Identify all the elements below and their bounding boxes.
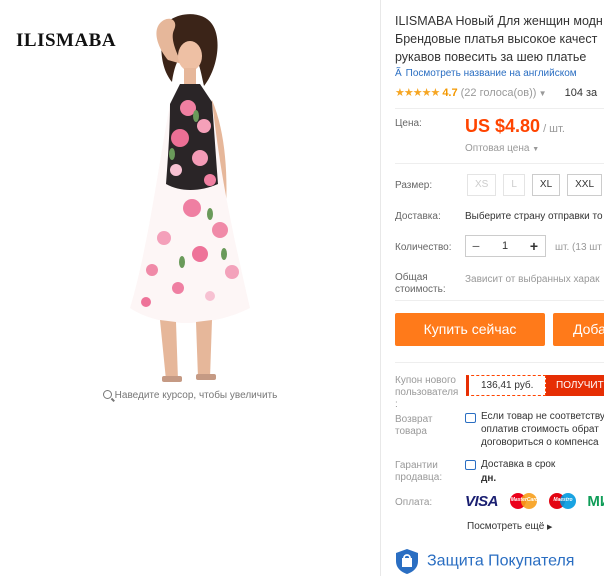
mir-logo-icon: МИ bbox=[587, 492, 604, 510]
total-price-label: Общая стоимость: bbox=[395, 272, 446, 296]
chevron-down-icon: ▼ bbox=[536, 89, 547, 98]
guarantee-label-line: Гарантии bbox=[395, 460, 438, 471]
orders-count: 104 за bbox=[564, 87, 598, 99]
wholesale-price-dropdown[interactable]: Оптовая цена ▼ bbox=[465, 143, 539, 154]
size-option-xs[interactable]: XS bbox=[467, 174, 497, 196]
product-title-line: Брендовые платья высокое качест bbox=[395, 32, 598, 46]
returns-label-line: товара bbox=[395, 426, 427, 437]
buyer-protection[interactable]: Защита Покупателя bbox=[395, 548, 574, 575]
shipping-country-selector[interactable]: Выберите страну отправки то bbox=[465, 211, 603, 222]
price-value: US $4.80 bbox=[465, 116, 541, 136]
see-more-text: Посмотреть ещё bbox=[467, 521, 545, 532]
quantity-input[interactable]: 1 bbox=[486, 236, 524, 256]
divider bbox=[395, 362, 604, 363]
size-selector: XS L XL XXL bbox=[467, 174, 604, 196]
total-label-line: стоимость: bbox=[395, 284, 446, 295]
quantity-available: шт. (13 шт bbox=[555, 242, 602, 253]
magnifier-icon bbox=[102, 390, 112, 399]
shield-icon bbox=[396, 549, 418, 574]
buyer-protection-title: Защита Покупателя bbox=[427, 552, 575, 570]
quantity-stepper: −1 + bbox=[465, 235, 546, 257]
returns-icon bbox=[465, 413, 476, 423]
buy-now-button[interactable]: Купить сейчас bbox=[395, 313, 545, 346]
mastercard-logo-icon: MasterCard bbox=[510, 492, 538, 510]
divider bbox=[395, 108, 604, 109]
visa-logo-icon: VISA bbox=[465, 492, 499, 510]
translate-link-text: Посмотреть название на английском bbox=[405, 68, 577, 79]
returns-line: договориться о компенса bbox=[481, 437, 599, 448]
delivery-truck-icon bbox=[465, 460, 476, 470]
returns-line: оплатив стоимость обрат bbox=[481, 424, 599, 435]
product-title-line: рукавов повесить за шею платье bbox=[395, 50, 587, 64]
total-price-value: Зависит от выбранных харак bbox=[465, 274, 600, 285]
price-unit: / шт. bbox=[543, 123, 565, 135]
caret-down-icon: ▼ bbox=[532, 146, 540, 153]
seller-guarantee-label: Гарантии продавца: bbox=[395, 460, 442, 484]
divider bbox=[395, 163, 604, 164]
coupon-label-line: пользователя bbox=[395, 387, 459, 398]
chevron-right-icon: ▶ bbox=[547, 524, 553, 531]
returns-label-line: Возврат bbox=[395, 414, 433, 425]
translate-icon: A᷉ bbox=[395, 68, 402, 79]
divider bbox=[380, 0, 381, 576]
returns-label: Возврат товара bbox=[395, 414, 433, 438]
returns-policy-text: Если товар не соответствует оплатив стои… bbox=[481, 410, 604, 449]
zoom-hint: Наведите курсор, чтобы увеличить bbox=[0, 390, 380, 401]
guarantee-label-line: продавца: bbox=[395, 472, 443, 483]
quantity-label: Количество: bbox=[395, 242, 452, 253]
maestro-logo-text: Maestro bbox=[553, 497, 573, 503]
rating-value: 4.7 bbox=[442, 87, 458, 99]
get-coupon-button[interactable]: ПОЛУЧИТ bbox=[546, 375, 604, 396]
payment-methods: VISA MasterCard Maestro МИ bbox=[465, 492, 604, 514]
price: US $4.80/ шт. bbox=[465, 116, 565, 137]
payment-label: Оплата: bbox=[395, 497, 433, 508]
product-info-panel: ILISMABA Новый Для женщин модн Брендовые… bbox=[395, 0, 604, 576]
zoom-hint-text: Наведите курсор, чтобы увеличить bbox=[114, 390, 278, 401]
product-main-image[interactable] bbox=[100, 8, 290, 388]
shipping-label: Доставка: bbox=[395, 211, 441, 222]
coupon-label-line: : bbox=[395, 399, 398, 410]
star-rating-icon: ★★★★★ bbox=[395, 87, 440, 99]
wholesale-label: Оптовая цена bbox=[465, 143, 530, 154]
size-option-l[interactable]: L bbox=[503, 174, 525, 196]
quantity-increase-button[interactable]: + bbox=[524, 236, 544, 256]
coupon-amount: 136,41 руб. bbox=[466, 375, 546, 396]
guarantee-line: Доставка в срок bbox=[481, 459, 556, 470]
total-label-line: Общая bbox=[395, 272, 428, 283]
price-label: Цена: bbox=[395, 118, 422, 129]
returns-line: Если товар не соответствует bbox=[481, 411, 604, 422]
divider bbox=[395, 300, 604, 301]
product-title-line: ILISMABA Новый Для женщин модн bbox=[395, 14, 603, 28]
mastercard-logo-text: MasterCard bbox=[510, 497, 539, 503]
size-label: Размер: bbox=[395, 180, 433, 191]
on-time-delivery-guarantee: Доставка в срок дн. bbox=[481, 458, 555, 486]
new-user-coupon-label: Купон нового пользователя : bbox=[395, 375, 458, 411]
add-to-cart-button[interactable]: Доба bbox=[553, 313, 604, 346]
product-gallery: ILISMABA Наведите курсор, чтобы увеличит… bbox=[0, 0, 380, 576]
quantity-decrease-button[interactable]: − bbox=[466, 236, 486, 256]
product-title: ILISMABA Новый Для женщин модн Брендовые… bbox=[395, 12, 604, 66]
translate-title-link[interactable]: A᷉ Посмотреть название на английском bbox=[395, 68, 577, 79]
size-option-xl[interactable]: XL bbox=[531, 174, 561, 196]
rating-votes-link[interactable]: (22 голоса(ов)) bbox=[461, 87, 537, 99]
see-more-payments-link[interactable]: Посмотреть ещё ▶ bbox=[467, 521, 552, 532]
guarantee-days: дн. bbox=[481, 473, 497, 484]
coupon-label-line: Купон нового bbox=[395, 375, 456, 386]
maestro-logo-icon: Maestro bbox=[548, 492, 577, 510]
size-option-xxl[interactable]: XXL bbox=[567, 174, 603, 196]
rating-row: ★★★★★ 4.7 (22 голоса(ов)) ▼ 104 за bbox=[395, 86, 597, 99]
